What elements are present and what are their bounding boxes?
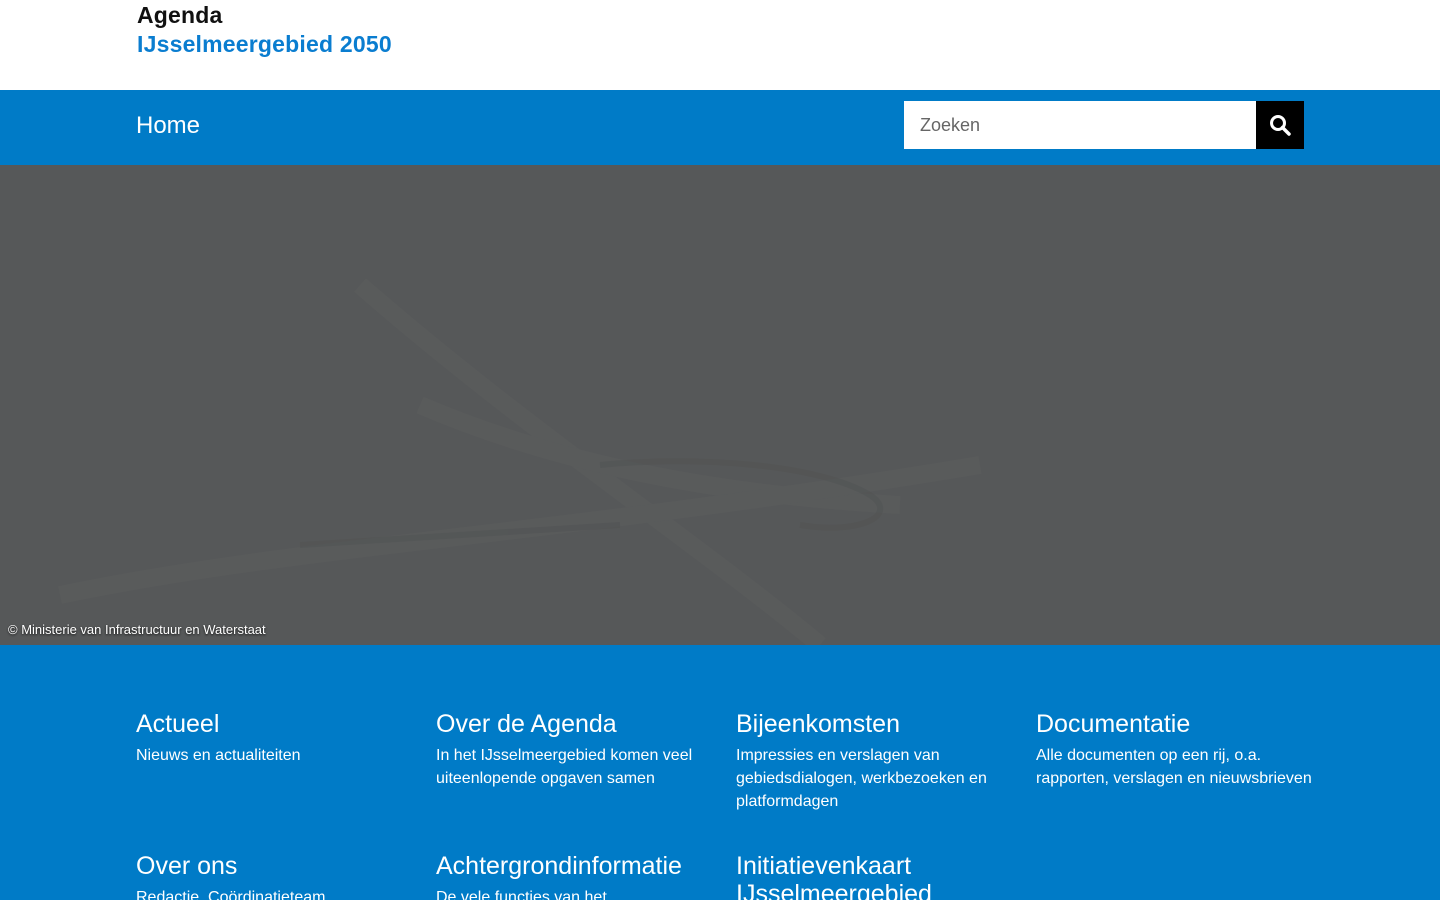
search-input[interactable]: [904, 101, 1256, 149]
card-description: Alle documenten op een rij, o.a. rapport…: [1036, 747, 1312, 787]
footer-card-documentatie[interactable]: Documentatie Alle documenten op een rij,…: [1036, 710, 1316, 790]
card-title[interactable]: Achtergrondinformatie: [436, 852, 716, 880]
card-title[interactable]: Over ons: [136, 852, 416, 880]
search-icon: [1270, 115, 1291, 136]
site-logo[interactable]: Agenda IJsselmeergebied 2050: [137, 0, 537, 90]
card-title[interactable]: Documentatie: [1036, 710, 1316, 738]
footer-card-achtergrondinformatie[interactable]: Achtergrondinformatie De vele functies v…: [436, 852, 716, 909]
footer-card-over-de-agenda[interactable]: Over de Agenda In het IJsselmeergebied k…: [436, 710, 716, 790]
card-description: Redactie, Coördinatieteam: [136, 889, 326, 906]
image-credit: © Ministerie van Infrastructuur en Water…: [8, 622, 266, 637]
footer-card-bijeenkomsten[interactable]: Bijeenkomsten Impressies en verslagen va…: [736, 710, 1016, 813]
footer-card-over-ons[interactable]: Over ons Redactie, Coördinatieteam: [136, 852, 416, 909]
footer-card-actueel[interactable]: Actueel Nieuws en actualiteiten: [136, 710, 416, 767]
card-title[interactable]: Bijeenkomsten: [736, 710, 1016, 738]
main-navigation: Home: [0, 90, 1440, 165]
brand-title: Agenda: [137, 2, 223, 28]
card-description: De vele functies van het: [436, 889, 607, 906]
hero-image: © Ministerie van Infrastructuur en Water…: [0, 165, 1440, 645]
footer-links: Actueel Nieuws en actualiteiten Over de …: [0, 645, 1440, 908]
card-description: Impressies en verslagen van gebiedsdialo…: [736, 747, 987, 810]
card-description: Nieuws en actualiteiten: [136, 747, 301, 764]
search-button[interactable]: [1256, 101, 1304, 149]
nav-home-link[interactable]: Home: [136, 112, 200, 140]
brand-subtitle: IJsselmeergebied 2050: [137, 31, 392, 57]
card-title[interactable]: Actueel: [136, 710, 416, 738]
card-description: In het IJsselmeergebied komen veel uitee…: [436, 747, 693, 787]
footer-card-initiatievenkaart[interactable]: Initiatievenkaart IJsselmeergebied: [736, 852, 1016, 914]
card-title[interactable]: Over de Agenda: [436, 710, 716, 738]
aerial-photo-overlay: [0, 165, 1440, 645]
